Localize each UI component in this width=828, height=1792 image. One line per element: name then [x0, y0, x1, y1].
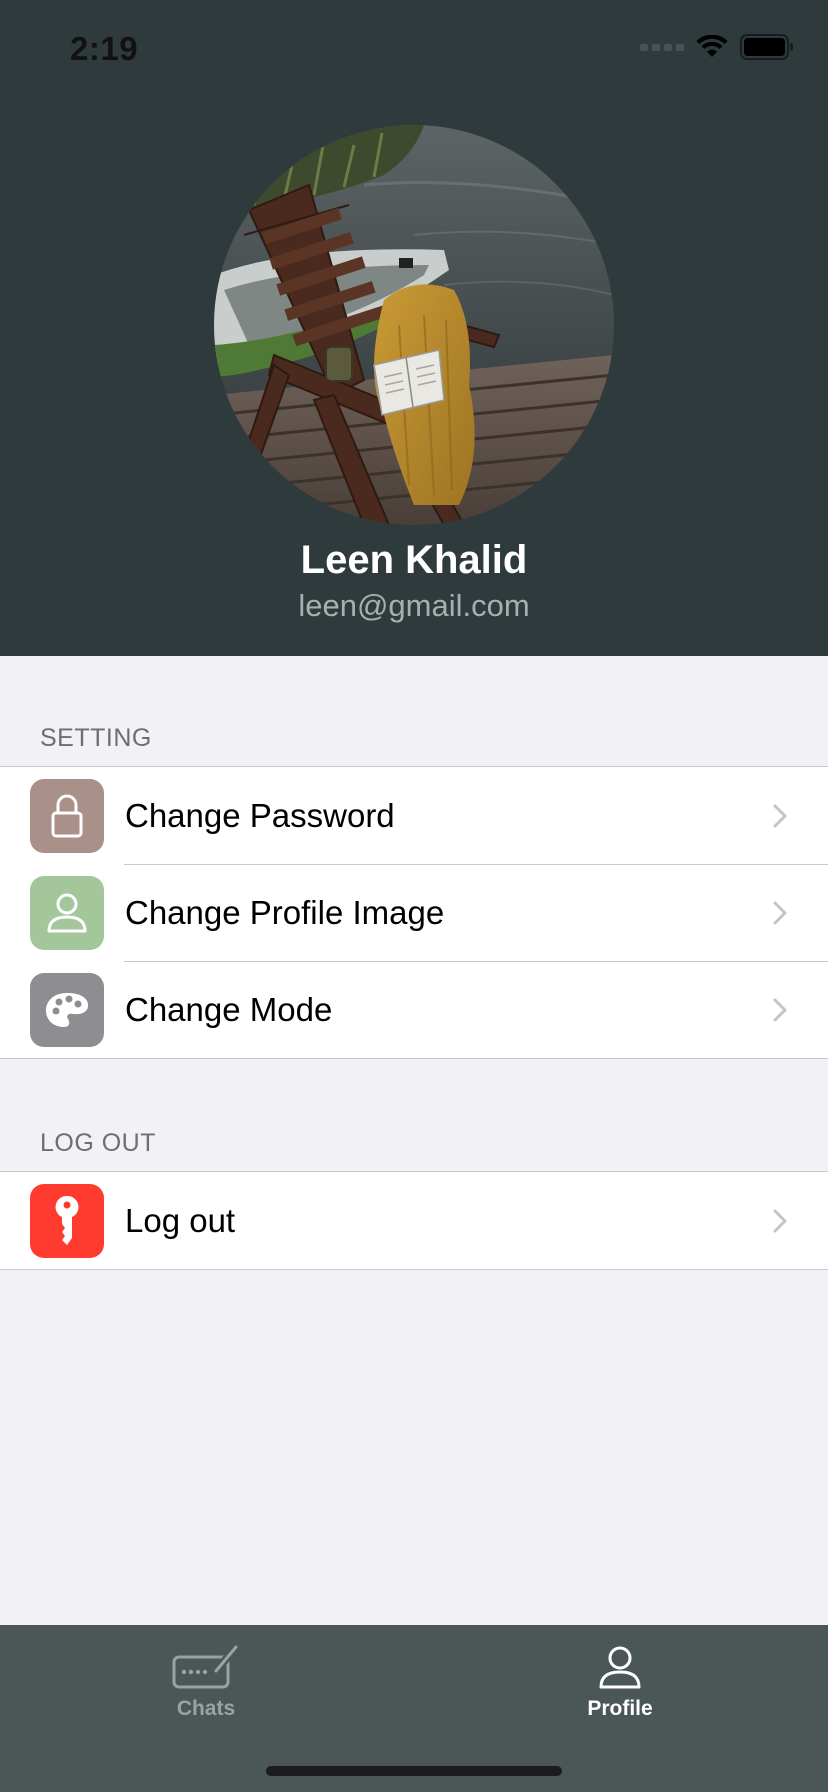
tab-profile[interactable]: Profile [520, 1643, 720, 1733]
compose-keyboard-icon [172, 1644, 240, 1689]
change-password-row[interactable]: Change Password [0, 767, 828, 864]
profile-avatar[interactable] [214, 125, 614, 525]
change-mode-row[interactable]: Change Mode [0, 961, 828, 1058]
lock-icon [30, 779, 104, 853]
change-profile-image-row[interactable]: Change Profile Image [0, 864, 828, 961]
profile-name: Leen Khalid [300, 538, 528, 582]
logout-section-header: LOG OUT [40, 1129, 157, 1157]
chevron-right-icon [773, 901, 787, 925]
tab-chats[interactable]: Chats [106, 1643, 306, 1733]
chevron-right-icon [773, 998, 787, 1022]
profile-photo [214, 125, 614, 525]
change-mode-label: Change Mode [125, 990, 333, 1028]
cellular-signal-icon [640, 43, 684, 51]
change-password-label: Change Password [125, 796, 395, 834]
settings-group: Change Password Change Profile Image Cha… [0, 766, 828, 1059]
chevron-right-icon [773, 804, 787, 828]
change-profile-image-label: Change Profile Image [125, 893, 445, 931]
home-indicator [266, 1766, 562, 1776]
wifi-icon [696, 35, 728, 57]
status-icons [640, 34, 794, 60]
profile-header: 2:19 Leen Khalid leen@gmail.com [0, 0, 828, 656]
battery-icon [740, 34, 793, 60]
chevron-right-icon [773, 1209, 787, 1233]
person-icon [599, 1646, 641, 1689]
palette-icon [30, 973, 104, 1047]
status-bar: 2:19 [0, 0, 828, 100]
log-out-row[interactable]: Log out [0, 1172, 828, 1269]
tab-chats-label: Chats [176, 1697, 236, 1720]
logout-group: Log out [0, 1171, 828, 1270]
profile-email: leen@gmail.com [298, 588, 530, 623]
key-icon [30, 1184, 104, 1258]
person-icon [30, 876, 104, 950]
tab-profile-label: Profile [587, 1697, 653, 1720]
setting-section-header: SETTING [40, 724, 152, 752]
log-out-label: Log out [125, 1201, 236, 1239]
status-time: 2:19 [70, 30, 139, 67]
